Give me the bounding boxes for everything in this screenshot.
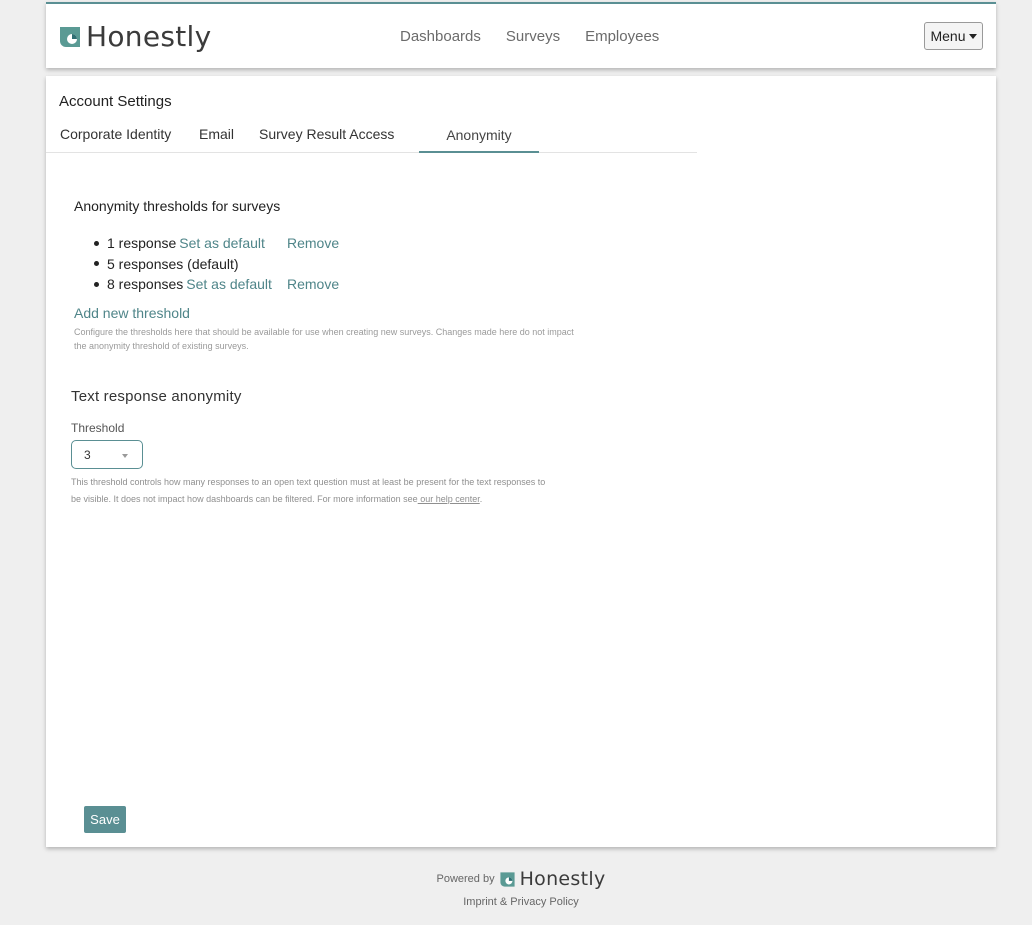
caret-down-icon [968,33,977,39]
powered-by-label: Powered by [436,873,495,885]
bullet-icon [94,261,99,267]
chevron-down-icon [122,454,128,458]
bullet-icon [94,281,99,287]
nav-surveys[interactable]: Surveys [506,28,560,45]
remove-link[interactable]: Remove [287,235,339,251]
threshold-label: 8 responses [107,276,184,293]
threshold-label: 1 response [107,235,177,252]
brand-name: Honestly [86,20,212,53]
logo-mark-icon [499,871,515,887]
brand-logo[interactable]: Honestly [58,20,211,53]
footer: Powered by Honestly Imprint & Privacy Po… [0,868,1032,908]
powered-by: Powered by Honestly [436,868,605,890]
threshold-select-value: 3 [84,447,91,462]
footer-brand-name: Honestly [519,868,606,890]
tab-survey-result-access[interactable]: Survey Result Access [259,126,394,142]
tab-corporate-identity[interactable]: Corporate Identity [60,126,171,142]
help-text-end: . [479,493,483,504]
imprint-link[interactable]: Imprint & Privacy Policy [10,896,1032,908]
nav-dashboards[interactable]: Dashboards [400,28,481,45]
remove-link[interactable]: Remove [287,276,339,292]
tab-anonymity[interactable]: Anonymity [419,120,539,153]
menu-button[interactable]: Menu [924,22,983,50]
text-response-heading: Text response anonymity [71,388,242,405]
save-button[interactable]: Save [84,806,126,833]
add-threshold-link[interactable]: Add new threshold [74,305,190,321]
page-title: Account Settings [59,93,172,110]
set-default-link[interactable]: Set as default [186,276,272,292]
list-item: 5 responses (default) [94,254,272,275]
logo-mark-icon [60,26,80,47]
set-default-link[interactable]: Set as default [179,235,265,251]
threshold-help-text: Configure the thresholds here that shoul… [74,327,574,351]
settings-card: Account Settings Corporate Identity Emai… [46,76,996,847]
menu-button-label: Menu [930,28,966,44]
main-nav: Dashboards Surveys Employees [400,28,659,45]
threshold-select[interactable]: 3 [71,440,143,469]
threshold-label: 5 responses (default) [107,255,239,272]
settings-tabs: Corporate Identity Email Survey Result A… [46,120,697,153]
threshold-label: Threshold [71,421,125,435]
list-item: 1 response Set as default Remove [94,233,339,254]
tab-email[interactable]: Email [199,126,234,142]
anonymity-section-title: Anonymity thresholds for surveys [74,198,281,214]
top-navbar: Honestly Dashboards Surveys Employees Me… [46,2,996,68]
text-response-help-text: This threshold controls how many respons… [71,474,551,507]
list-item: 8 responses Set as default Remove [94,274,339,295]
bullet-icon [94,240,99,246]
help-center-link[interactable]: our help center [418,494,480,504]
threshold-list: 1 response Set as default Remove 5 respo… [94,233,339,295]
nav-employees[interactable]: Employees [585,28,659,45]
